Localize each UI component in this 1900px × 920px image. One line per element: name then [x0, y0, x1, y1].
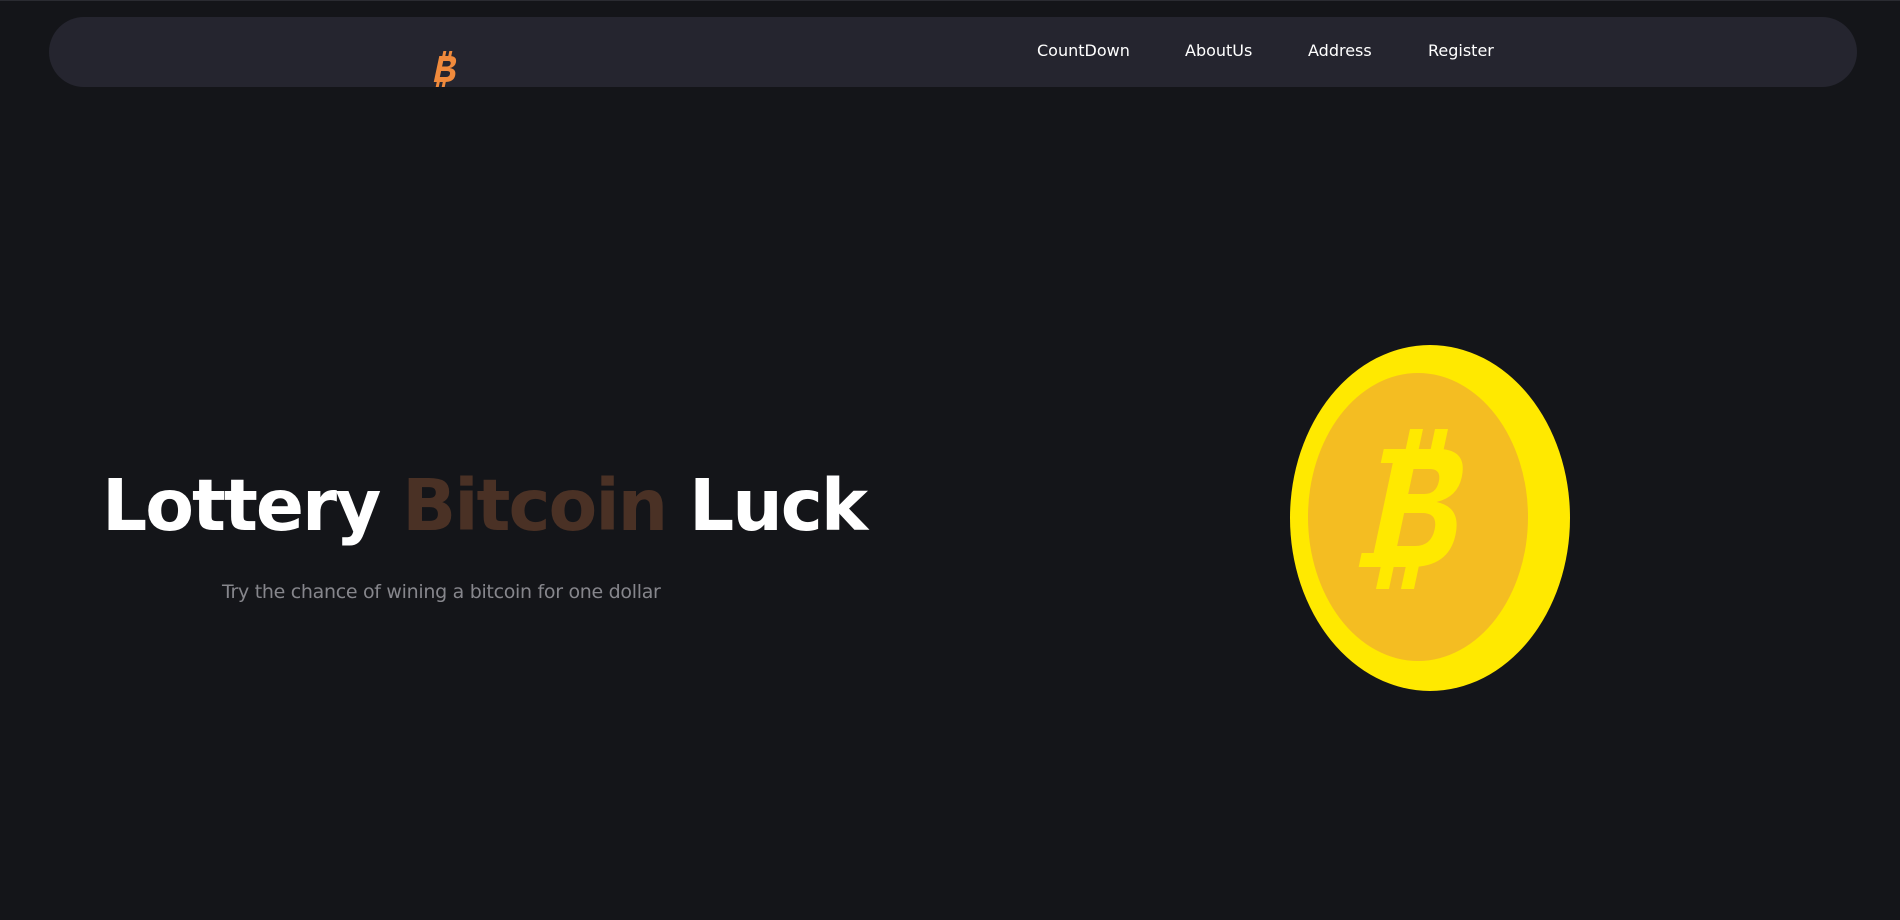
nav-link-aboutus[interactable]: AboutUs — [1185, 41, 1252, 60]
nav-links: CountDown AboutUs Address Register — [49, 17, 1857, 87]
nav-link-address[interactable]: Address — [1308, 41, 1372, 60]
navbar: CountDown AboutUs Address Register — [49, 17, 1857, 87]
bitcoin-coin-icon — [1290, 345, 1570, 691]
page: CountDown AboutUs Address Register Lotte… — [0, 0, 1900, 920]
nav-link-register[interactable]: Register — [1428, 41, 1494, 60]
hero-title-part1: Lottery — [102, 464, 403, 547]
hero-title: Lottery Bitcoin Luck — [102, 463, 868, 548]
hero-subtitle: Try the chance of wining a bitcoin for o… — [222, 581, 661, 603]
hero-title-accent: Bitcoin — [402, 464, 668, 547]
nav-link-countdown[interactable]: CountDown — [1037, 41, 1130, 60]
hero-title-part2: Luck — [666, 464, 868, 547]
